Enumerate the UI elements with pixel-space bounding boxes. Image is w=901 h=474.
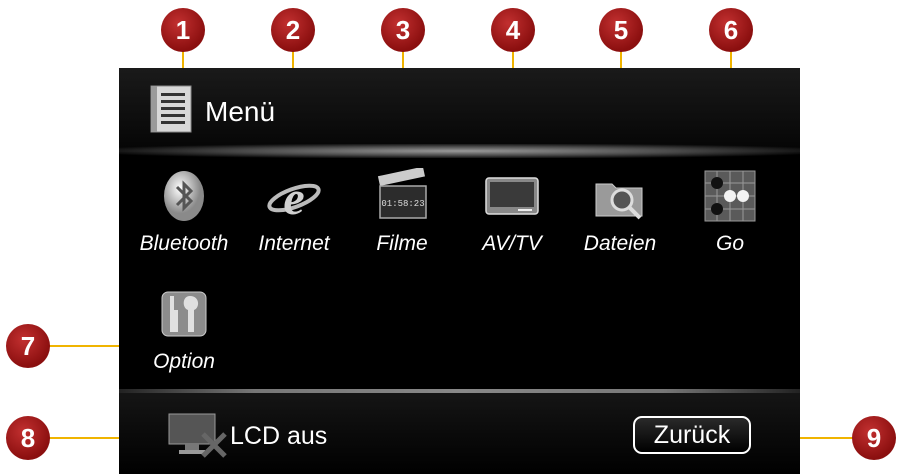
- back-button[interactable]: Zurück: [633, 416, 751, 454]
- app-dateien[interactable]: Dateien: [565, 168, 675, 256]
- bluetooth-icon: [164, 171, 204, 221]
- go-board-icon: [704, 170, 756, 222]
- app-label: Option: [153, 350, 215, 373]
- callout-badge-7: 7: [6, 324, 50, 368]
- app-filme[interactable]: 01:58:23 Filme: [347, 168, 457, 256]
- app-label: Internet: [258, 232, 330, 255]
- monitor-off-icon[interactable]: [167, 410, 231, 458]
- callout-badge-8: 8: [6, 416, 50, 460]
- clapperboard-icon: 01:58:23: [377, 168, 427, 219]
- internet-explorer-icon: e: [267, 172, 321, 224]
- app-label: Go: [715, 232, 744, 255]
- callout-badge-9: 9: [852, 416, 896, 460]
- folder-search-icon: [595, 183, 643, 220]
- app-label: Dateien: [583, 232, 657, 255]
- svg-text:e: e: [283, 172, 304, 224]
- app-avtv[interactable]: AV/TV: [457, 168, 567, 256]
- callout-badge-3: 3: [381, 8, 425, 52]
- callout-badge-5: 5: [599, 8, 643, 52]
- lcd-off-label[interactable]: LCD aus: [230, 422, 327, 451]
- tools-icon: [161, 291, 207, 337]
- title-bar: Menü: [119, 68, 800, 158]
- callout-badge-4: 4: [491, 8, 535, 52]
- title-divider: [119, 144, 800, 158]
- footer-bar: LCD aus Zurück: [119, 393, 800, 474]
- callout-badge-1: 1: [161, 8, 205, 52]
- callout-badge-6: 6: [709, 8, 753, 52]
- tv-icon: [485, 177, 539, 215]
- page-title: Menü: [205, 96, 276, 127]
- app-internet[interactable]: e Internet: [239, 168, 349, 256]
- app-option[interactable]: Option: [129, 286, 239, 374]
- app-label: Filme: [376, 232, 428, 255]
- callout-badge-2: 2: [271, 8, 315, 52]
- app-bluetooth[interactable]: Bluetooth: [129, 168, 239, 256]
- app-go[interactable]: Go: [675, 168, 785, 256]
- svg-text:01:58:23: 01:58:23: [381, 199, 424, 209]
- app-label: Bluetooth: [139, 232, 229, 255]
- menu-list-icon: [150, 85, 192, 133]
- app-label: AV/TV: [482, 232, 542, 255]
- head-unit-screen: Menü Bluetooth e Internet 01:58:23 Filme: [119, 68, 800, 474]
